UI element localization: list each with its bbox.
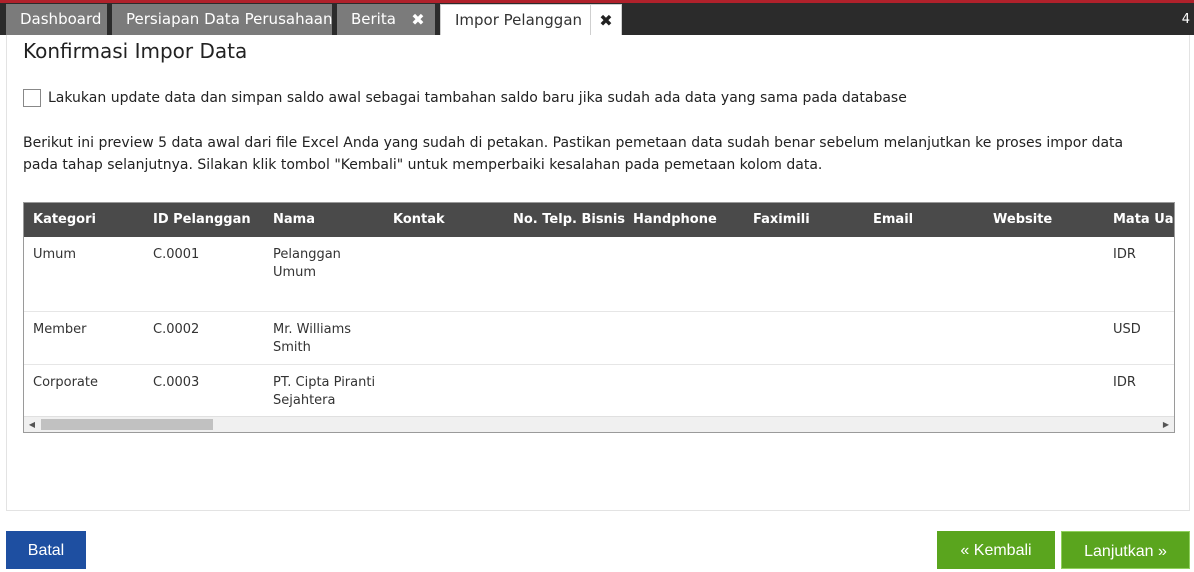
- cell-id-pelanggan: C.0001: [153, 247, 200, 262]
- update-saldo-label[interactable]: Lakukan update data dan simpan saldo awa…: [48, 88, 907, 108]
- cell-mata-uang: IDR: [1113, 375, 1136, 390]
- column-header-no-telp-bisnis: No. Telp. Bisnis: [513, 212, 626, 227]
- cancel-button[interactable]: Batal: [6, 531, 86, 569]
- column-header-id-pelanggan: ID Pelanggan: [153, 212, 251, 227]
- column-header-faximili: Faximili: [753, 212, 810, 227]
- tab-bar: Dashboard Persiapan Data Perusahaan Beri…: [0, 0, 1194, 35]
- table-row: Umum C.0001 Pelanggan Umum IDR: [24, 237, 1174, 312]
- cell-kategori: Corporate: [33, 375, 98, 390]
- tab-label: Persiapan Data Perusahaan: [126, 10, 333, 28]
- cell-kategori: Member: [33, 322, 87, 337]
- cell-id-pelanggan: C.0003: [153, 375, 200, 390]
- preview-table-content: Kategori ID Pelanggan Nama Kontak No. Te…: [24, 203, 1174, 417]
- column-header-email: Email: [873, 212, 914, 227]
- close-icon[interactable]: ✖: [403, 4, 433, 35]
- tab-berita[interactable]: Berita ✖: [337, 4, 435, 35]
- horizontal-scrollbar[interactable]: ◀ ▶: [24, 416, 1174, 432]
- cell-mata-uang: USD: [1113, 322, 1141, 337]
- tab-count-badge: 4: [1181, 12, 1190, 27]
- cell-kategori: Umum: [33, 247, 77, 262]
- column-header-handphone: Handphone: [633, 212, 717, 227]
- info-line: pada tahap selanjutnya. Silakan klik tom…: [23, 157, 823, 173]
- table-row: Corporate C.0003 PT. Cipta Piranti Sejah…: [24, 365, 1174, 417]
- scroll-left-icon[interactable]: ◀: [24, 417, 40, 432]
- tab-label: Dashboard: [20, 10, 102, 28]
- tab-impor-pelanggan[interactable]: Impor Pelanggan ✖: [440, 4, 622, 35]
- table-row: Member C.0002 Mr. Williams Smith USD: [24, 312, 1174, 365]
- tab-label: Berita: [351, 10, 396, 28]
- scrollbar-thumb[interactable]: [41, 419, 213, 430]
- preview-info-text: Berikut ini preview 5 data awal dari fil…: [23, 132, 1173, 176]
- scroll-right-icon[interactable]: ▶: [1158, 417, 1174, 432]
- update-saldo-checkbox[interactable]: [23, 89, 41, 107]
- cell-nama: Pelanggan Umum: [273, 247, 341, 280]
- back-button[interactable]: « Kembali: [937, 531, 1055, 569]
- cell-id-pelanggan: C.0002: [153, 322, 200, 337]
- cell-nama: Mr. Williams Smith: [273, 322, 352, 355]
- cell-nama: PT. Cipta Piranti Sejahtera: [273, 375, 376, 408]
- info-line: Berikut ini preview 5 data awal dari fil…: [23, 135, 1124, 151]
- preview-table: Kategori ID Pelanggan Nama Kontak No. Te…: [23, 202, 1175, 433]
- table-header: Kategori ID Pelanggan Nama Kontak No. Te…: [24, 203, 1174, 237]
- content-panel: Konfirmasi Impor Data Lakukan update dat…: [6, 35, 1190, 511]
- next-button[interactable]: Lanjutkan »: [1061, 531, 1190, 569]
- tab-persiapan-data-perusahaan[interactable]: Persiapan Data Perusahaan: [112, 4, 332, 35]
- tab-dashboard[interactable]: Dashboard: [6, 4, 107, 35]
- page-title: Konfirmasi Impor Data: [23, 39, 248, 63]
- column-header-nama: Nama: [273, 212, 315, 227]
- column-header-kontak: Kontak: [393, 212, 445, 227]
- column-header-mata-uang: Mata Uang: [1113, 212, 1174, 227]
- tab-bar-accent-line: [0, 0, 1194, 3]
- column-header-kategori: Kategori: [33, 212, 96, 227]
- tab-label: Impor Pelanggan: [455, 11, 583, 29]
- cell-mata-uang: IDR: [1113, 247, 1136, 262]
- column-header-website: Website: [993, 212, 1053, 227]
- close-icon[interactable]: ✖: [590, 5, 621, 35]
